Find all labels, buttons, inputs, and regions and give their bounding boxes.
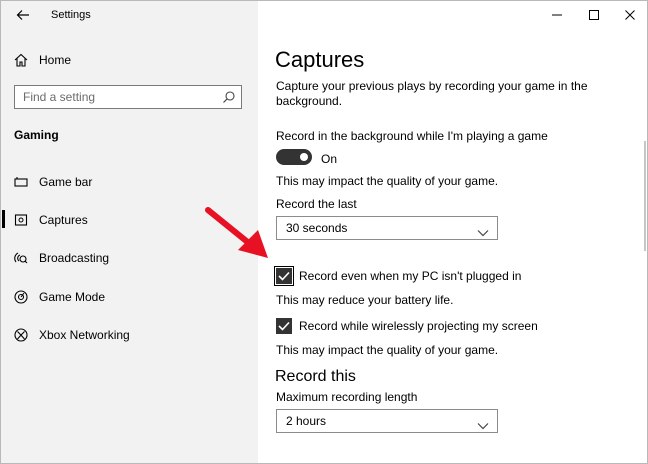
max-length-label: Maximum recording length — [276, 390, 418, 404]
sidebar-item-xbox-networking[interactable]: Xbox Networking — [1, 320, 258, 350]
sidebar-item-label: Captures — [39, 213, 88, 227]
captures-icon — [13, 212, 29, 228]
sidebar-item-label: Broadcasting — [39, 251, 110, 265]
minimize-icon[interactable] — [549, 7, 565, 23]
maximize-icon[interactable] — [586, 7, 602, 23]
record-last-dropdown[interactable]: 30 seconds — [276, 216, 498, 240]
search-icon[interactable] — [222, 90, 236, 104]
home-icon — [13, 52, 29, 68]
sidebar-item-game-mode[interactable]: Game Mode — [1, 282, 258, 312]
max-length-dropdown[interactable]: 2 hours — [276, 409, 498, 433]
dropdown-value: 30 seconds — [286, 221, 348, 235]
annotation-arrow-icon — [204, 206, 274, 271]
record-last-label: Record the last — [276, 197, 357, 211]
section-label: Gaming — [14, 128, 59, 142]
close-icon[interactable] — [622, 7, 638, 23]
wireless-checkbox[interactable] — [276, 318, 292, 334]
sidebar-item-home[interactable]: Home — [1, 45, 258, 75]
plugged-in-label: Record even when my PC isn't plugged in — [299, 269, 522, 283]
plugged-in-checkbox[interactable] — [274, 266, 294, 286]
record-background-label: Record in the background while I'm playi… — [276, 129, 548, 143]
page-description: Capture your previous plays by recording… — [276, 79, 588, 108]
wireless-label: Record while wirelessly projecting my sc… — [299, 319, 538, 333]
scrollbar[interactable] — [644, 141, 646, 251]
xbox-icon — [13, 327, 29, 343]
window-title: Settings — [51, 9, 91, 21]
back-arrow-icon[interactable] — [15, 7, 31, 23]
main-content: Captures Capture your previous plays by … — [258, 1, 647, 463]
page-title: Captures — [275, 47, 365, 72]
game-mode-icon — [13, 289, 29, 305]
checkmark-icon — [278, 321, 290, 331]
plugged-in-note: This may reduce your battery life. — [276, 293, 454, 307]
chevron-down-icon — [477, 417, 489, 430]
broadcasting-icon — [13, 250, 29, 266]
search-box[interactable] — [14, 85, 242, 109]
search-input[interactable] — [15, 86, 223, 107]
record-background-toggle[interactable] — [276, 149, 312, 165]
record-background-note: This may impact the quality of your game… — [276, 174, 499, 188]
toggle-knob — [300, 153, 308, 161]
sidebar-item-label: Xbox Networking — [39, 328, 130, 342]
game-bar-icon — [13, 174, 29, 190]
record-this-heading: Record this — [275, 368, 356, 385]
chevron-down-icon — [477, 224, 489, 237]
settings-window: Settings Home Gaming Game bar Capt — [0, 0, 648, 464]
sidebar-item-label: Home — [39, 53, 72, 67]
toggle-state-label: On — [321, 152, 338, 166]
sidebar-item-label: Game bar — [39, 175, 93, 189]
sidebar-item-label: Game Mode — [39, 290, 106, 304]
sidebar-item-game-bar[interactable]: Game bar — [1, 167, 258, 197]
checkmark-icon — [278, 271, 290, 281]
dropdown-value: 2 hours — [286, 414, 327, 428]
wireless-note: This may impact the quality of your game… — [276, 343, 499, 357]
